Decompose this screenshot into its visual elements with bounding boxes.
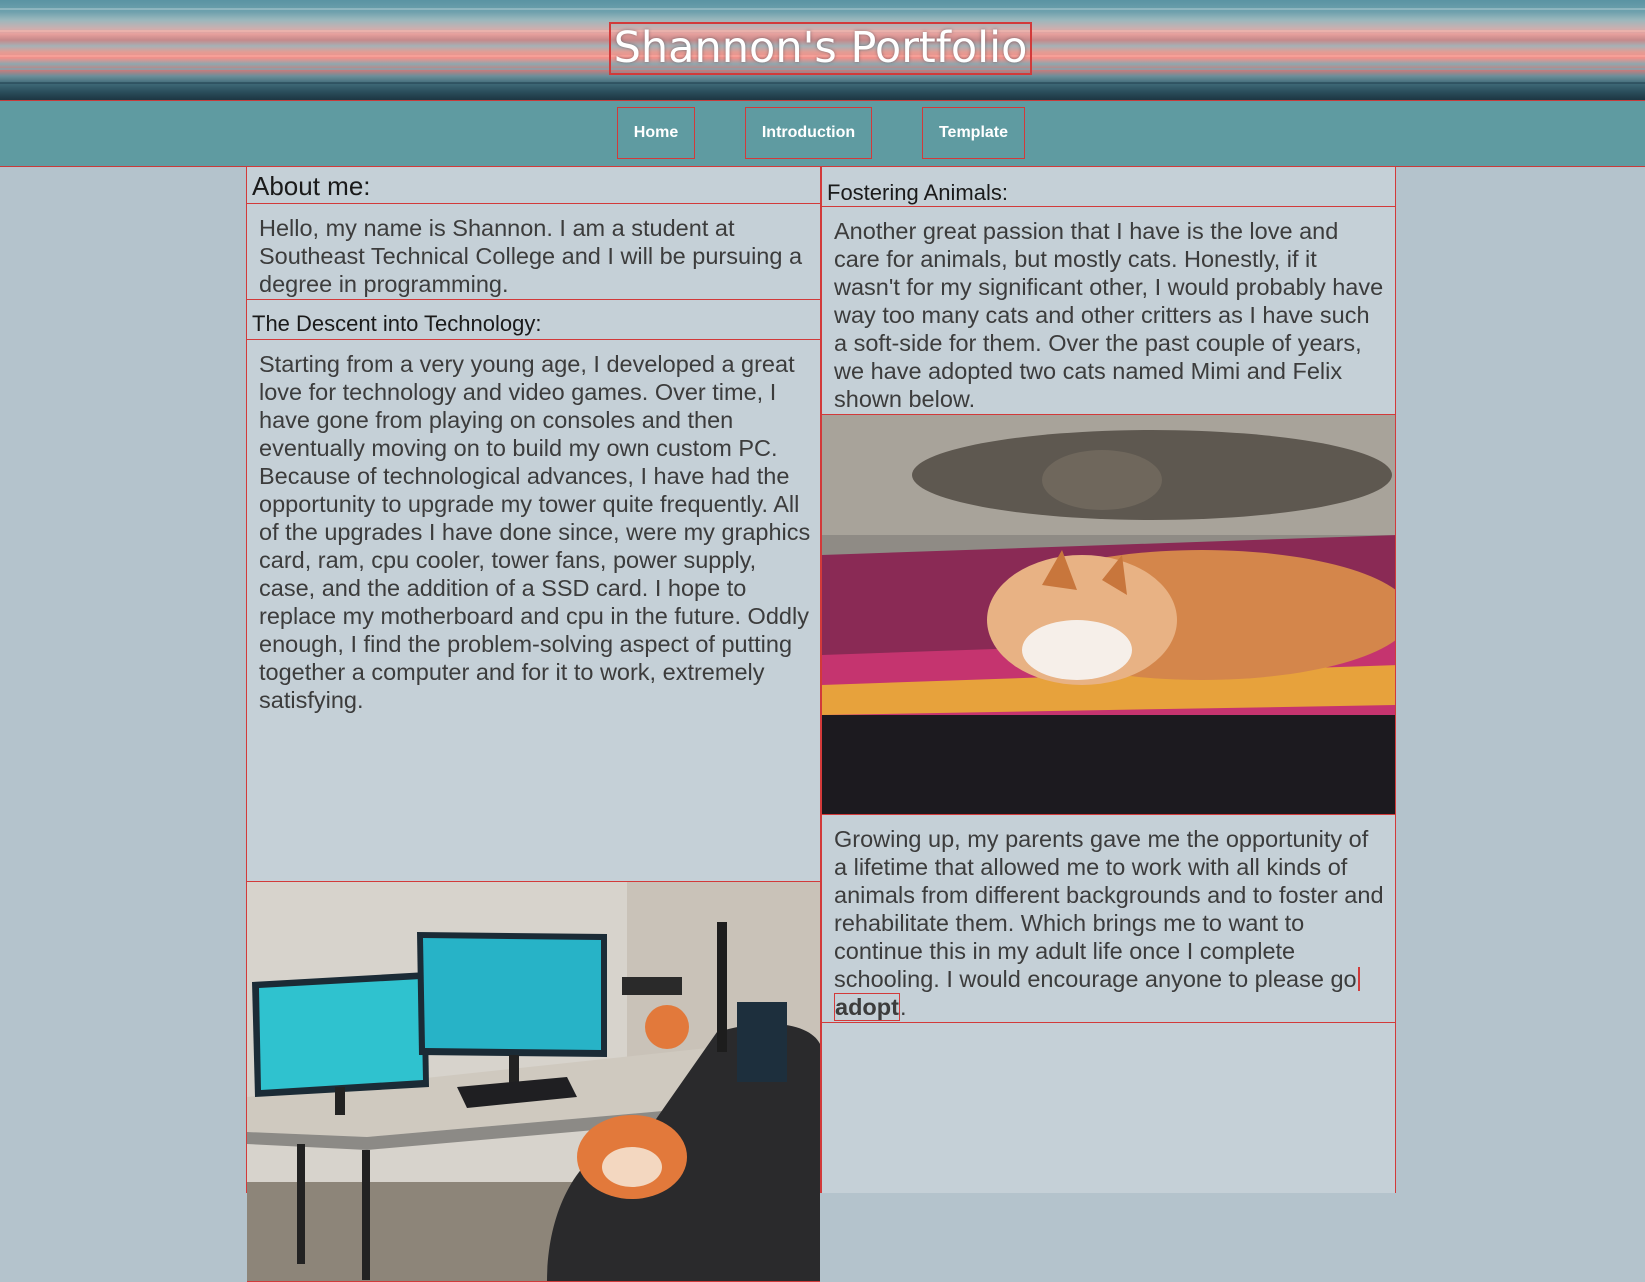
left-column: About me: Hello, my name is Shannon. I a… [246,166,821,1282]
cats-image [822,415,1395,814]
site-title: Shannon's Portfolio [609,22,1032,75]
nav-introduction-button[interactable]: Introduction [745,107,872,159]
pc-setup-image [247,882,820,1281]
banner-streak [0,8,1645,10]
growing-up-text-body: Growing up, my parents gave me the oppor… [834,826,1384,992]
growing-up-text: Growing up, my parents gave me the oppor… [822,815,1395,1023]
growing-up-text-period: . [899,994,907,1020]
tech-text: Starting from a very young age, I develo… [247,340,820,882]
pc-setup-photo [247,882,820,1282]
about-heading: About me: [247,166,820,204]
text-caret [1357,967,1360,991]
nav-bar: Home Introduction Template [0,101,1645,167]
tech-heading: The Descent into Technology: [247,300,820,340]
cats-photo [822,415,1395,815]
right-column: Fostering Animals: Another great passion… [821,166,1396,1193]
fostering-text: Another great passion that I have is the… [822,207,1395,415]
nav-template-button[interactable]: Template [922,107,1025,159]
fostering-heading: Fostering Animals: [822,166,1395,207]
about-text: Hello, my name is Shannon. I am a studen… [247,204,820,300]
header-banner: Shannon's Portfolio [0,0,1645,101]
nav-home-button[interactable]: Home [617,107,695,159]
adopt-link[interactable]: adopt [834,993,900,1021]
banner-streak [0,82,1645,84]
